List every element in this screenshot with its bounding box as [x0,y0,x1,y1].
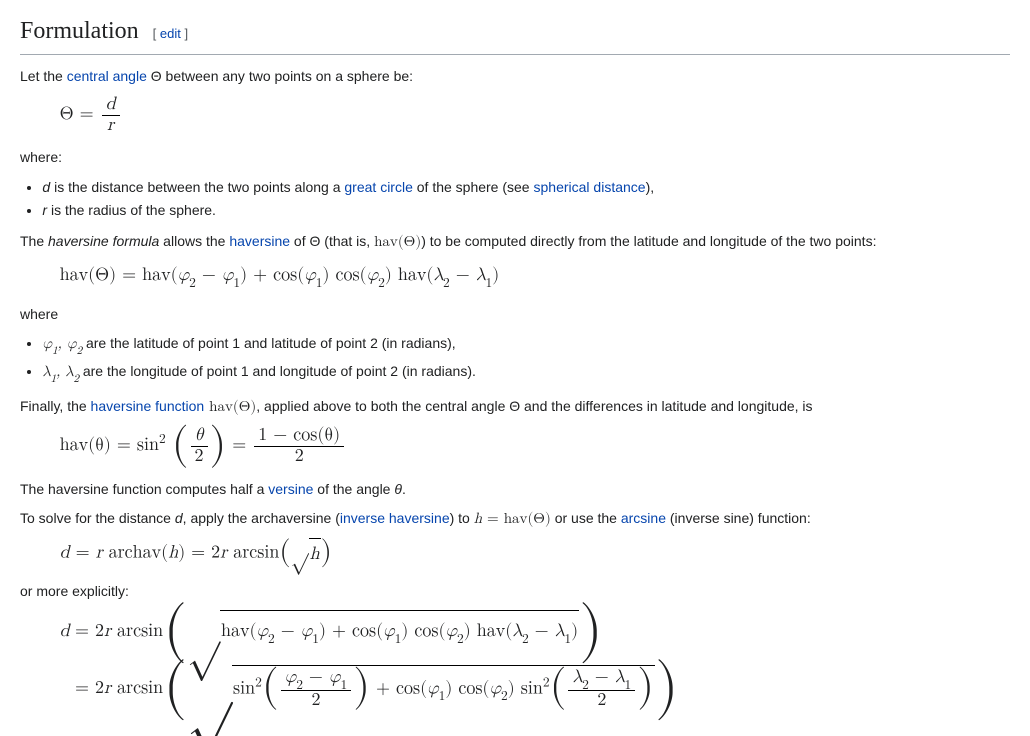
where-list: d is the distance between the two points… [42,176,1010,221]
numerator: θ [191,426,208,446]
denominator: 2 [281,690,352,711]
text: Θ between any two points on a sphere be: [147,68,413,84]
text: is the distance between the two points a… [50,179,344,195]
list-item: r is the radius of the sphere. [42,199,1010,221]
eq-rhs-line1: = 2r arcsin(√hav(φ2 − φ1) + cos(φ1) cos(… [75,610,679,654]
list-item: λ1, λ2 are the longitude of point 1 and … [42,360,1010,387]
text: is the radius of the sphere. [47,202,216,218]
text: To solve for the distance [20,510,175,526]
text: , apply the archaversine ( [183,510,340,526]
paragraph-versine: The haversine function computes half a v… [20,478,1010,500]
equals: = [232,437,252,455]
inline-math: h = hav(Θ) [474,511,551,526]
link-versine[interactable]: versine [268,481,313,497]
edit-section: [ edit ] [153,26,188,41]
text: ) to [450,510,474,526]
eq-rhs-line2: = 2r arcsin(√sin2(φ2 − φ12) + cos(φ1) co… [75,665,679,713]
fraction: d r [100,95,122,136]
eq-body: hav(Θ) = hav(φ2 − φ1) + cos(φ1) cos(φ2) … [60,266,500,284]
var-d: d [175,510,183,526]
intro-paragraph: Let the central angle Θ between any two … [20,65,1010,87]
link-great-circle[interactable]: great circle [344,179,412,195]
eq-lhs: hav(θ) = sin [60,437,159,455]
denominator: 2 [191,446,208,467]
fraction: θ2 [189,426,210,467]
text: are the longitude of point 1 and longitu… [79,363,476,379]
numerator: 1 − cos(θ) [254,426,344,446]
paragraph-solve: To solve for the distance d, apply the a… [20,507,1010,531]
list-item: d is the distance between the two points… [42,176,1010,198]
paragraph-hav-function: Finally, the haversine function hav(Θ), … [20,395,1010,419]
denominator: r [102,115,120,136]
inline-math: hav(Θ) [374,234,421,249]
eq-lhs: d [60,617,70,646]
numerator: λ2 − λ1 [568,668,635,690]
where-label: where: [20,146,1010,168]
text: (inverse sine) function: [666,510,811,526]
inline-math: hav(Θ) [204,399,256,414]
link-haversine-function[interactable]: haversine function [91,398,205,414]
link-inverse-haversine[interactable]: inverse haversine [340,510,450,526]
numerator: d [102,95,120,115]
denominator: 2 [254,446,344,467]
bracket-open: [ [153,26,160,41]
text: Finally, the [20,398,91,414]
text: . [402,481,406,497]
text: Let the [20,68,67,84]
list-item: φ1, φ2 are the latitude of point 1 and l… [42,332,1010,359]
sqrt: √sin2(φ2 − φ12) + cos(φ1) cos(φ2) sin2(λ… [187,665,655,713]
exponent: 2 [159,433,166,447]
radical-icon: √ [187,661,232,715]
radical-icon: √ [291,538,309,559]
fraction: λ2 − λ12 [566,668,637,711]
fraction: 1 − cos(θ)2 [252,426,346,467]
where2-label: where [20,303,1010,325]
text: are the latitude of point 1 and latitude… [82,335,456,351]
sqrt-arg: sin2(φ2 − φ12) + cos(φ1) cos(φ2) sin2(λ2… [232,665,655,713]
equation-theta: Θ = d r [60,95,1010,136]
equation-hav-def: hav(θ) = sin2 (θ2) = 1 − cos(θ)2 [60,426,1010,467]
text: The [20,233,48,249]
text: of the angle [313,481,394,497]
text: ) to be computed directly from the latit… [421,233,876,249]
radical-icon: √ [187,611,220,651]
edit-link[interactable]: edit [160,26,181,41]
text: ), [646,179,655,195]
vars-lambda: λ1, λ2 [42,364,79,379]
fraction: φ2 − φ12 [279,668,354,711]
vars-phi: φ1, φ2 [42,336,82,351]
paragraph-haversine-formula: The haversine formula allows the haversi… [20,230,1010,254]
sqrt-arg: hav(φ2 − φ1) + cos(φ1) cos(φ2) hav(λ2 − … [220,610,579,654]
text: of the sphere (see [413,179,534,195]
link-spherical-distance[interactable]: spherical distance [534,179,646,195]
text: The haversine function computes half a [20,481,268,497]
denominator: 2 [568,690,635,711]
equation-distance: d = r archav(h) = 2r arcsin(√h) [60,538,1010,569]
equation-explicit: d = 2r arcsin(√hav(φ2 − φ1) + cos(φ1) co… [60,610,1010,713]
section-title: Formulation [20,18,139,44]
section-heading: Formulation [ edit ] [20,12,1010,55]
bracket-close: ] [181,26,188,41]
var-theta: θ [394,481,402,497]
link-arcsine[interactable]: arcsine [621,510,666,526]
link-central-angle[interactable]: central angle [67,68,147,84]
text: allows the [159,233,229,249]
numerator: φ2 − φ1 [281,668,352,690]
equation-hav-main: hav(Θ) = hav(φ2 − φ1) + cos(φ1) cos(φ2) … [60,261,1010,292]
italic: haversine formula [48,233,159,249]
text: of Θ (that is, [290,233,374,249]
text: or use the [551,510,621,526]
text: , applied above to both the central angl… [256,398,812,414]
eq-lhs: Θ = [60,105,94,123]
sqrt: √h [291,538,321,569]
link-haversine[interactable]: haversine [229,233,290,249]
sqrt-arg: h [309,538,321,569]
where2-list: φ1, φ2 are the latitude of point 1 and l… [42,332,1010,387]
sqrt: √hav(φ2 − φ1) + cos(φ1) cos(φ2) hav(λ2 −… [187,610,579,654]
